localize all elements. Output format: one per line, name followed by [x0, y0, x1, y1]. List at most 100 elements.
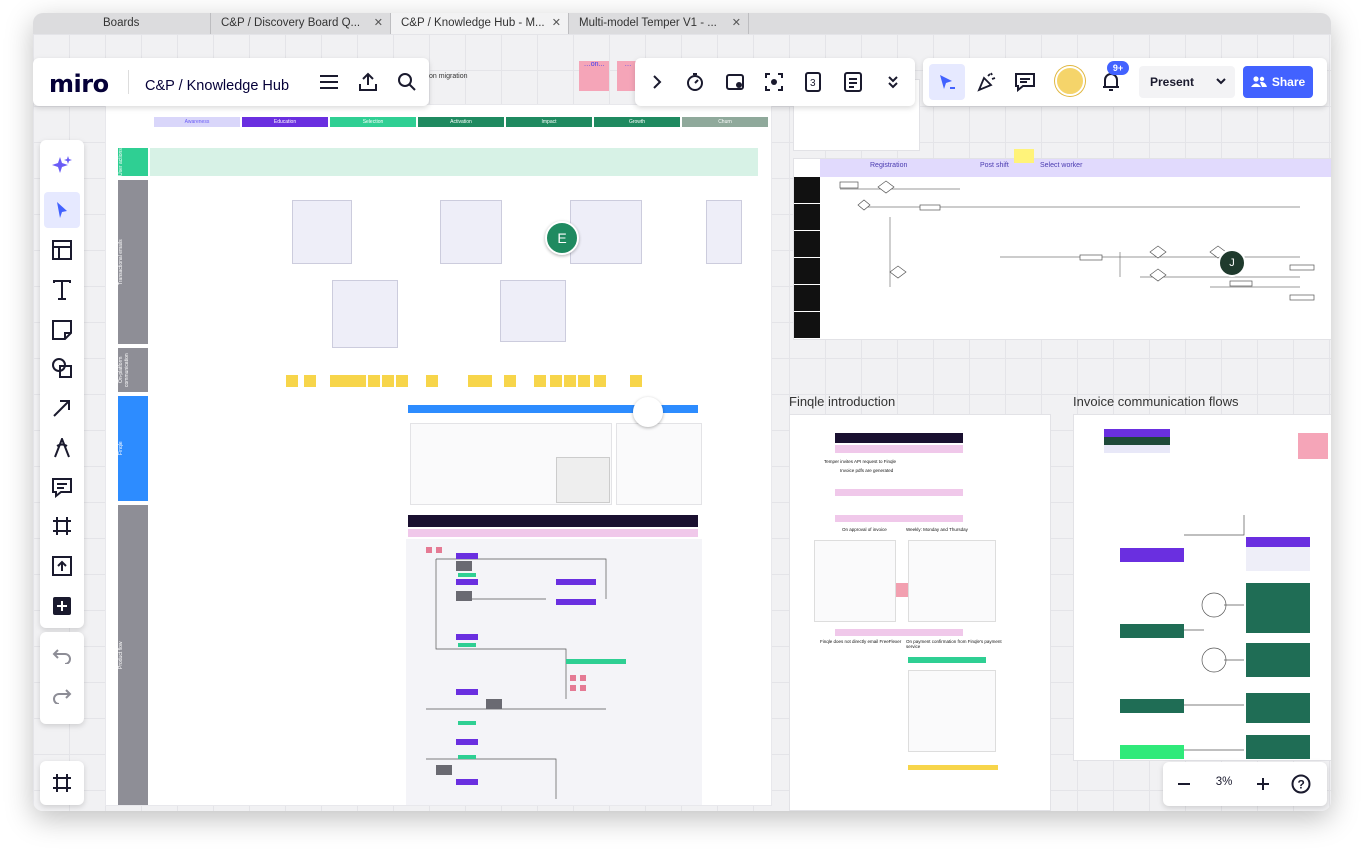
sticky-note[interactable] — [594, 375, 606, 387]
sticky-note[interactable] — [480, 375, 492, 387]
sticky-note[interactable] — [550, 375, 562, 387]
sticky-note[interactable] — [330, 375, 342, 387]
collaborator-avatar-j[interactable]: J — [1218, 249, 1246, 277]
board-canvas[interactable]: Awareness Education Selection Activation Imp… — [33, 34, 1331, 811]
collaborator-avatar[interactable] — [633, 397, 663, 427]
redo-icon[interactable] — [48, 682, 76, 710]
pen-icon[interactable] — [48, 434, 76, 462]
legend-purple — [1104, 429, 1170, 437]
sticky-note[interactable] — [564, 375, 576, 387]
board-title[interactable]: C&P / Knowledge Hub — [145, 78, 289, 94]
sticky-note[interactable] — [342, 375, 354, 387]
close-icon[interactable]: ✕ — [552, 13, 561, 34]
text-tool-icon[interactable] — [48, 276, 76, 304]
select-tool[interactable] — [44, 192, 80, 228]
collaboration-toolbar: 9+ Present Share — [923, 58, 1327, 106]
share-button[interactable]: Share — [1243, 66, 1313, 98]
tab-knowledge-hub[interactable]: C&P / Knowledge Hub - M... ✕ — [391, 13, 569, 34]
product-flow-diagram — [426, 547, 626, 799]
sticky-note-icon[interactable] — [48, 316, 76, 344]
finqle-header — [835, 433, 963, 443]
sticky-note[interactable] — [578, 375, 590, 387]
shapes-icon[interactable] — [48, 354, 76, 382]
sticky-note[interactable] — [304, 375, 316, 387]
chevron-right-icon[interactable] — [645, 70, 669, 94]
more-apps-icon[interactable] — [48, 592, 76, 620]
svg-text:3: 3 — [810, 78, 816, 89]
tab-multi-model[interactable]: Multi-model Temper V1 - ... ✕ — [569, 13, 749, 34]
upload-icon[interactable] — [48, 552, 76, 580]
present-button[interactable]: Present — [1139, 66, 1205, 98]
tab-discovery-board[interactable]: C&P / Discovery Board Q... ✕ — [211, 13, 391, 34]
sticky-note[interactable] — [368, 375, 380, 387]
sticky-note[interactable] — [468, 375, 480, 387]
notes-icon[interactable] — [841, 70, 865, 94]
invoice-flow-diagram — [1120, 515, 1310, 759]
voting-icon[interactable] — [723, 70, 747, 94]
browser-window: Boards C&P / Discovery Board Q... ✕ C&P /… — [33, 13, 1331, 811]
zoom-in-icon[interactable] — [1251, 772, 1275, 796]
finqle-intro-title: Finqle introduction — [789, 394, 896, 409]
finqle-line: Finqle does not directly email FreeFlexe… — [820, 639, 902, 644]
comments-icon[interactable] — [1013, 70, 1037, 94]
comment-tool-icon[interactable] — [48, 474, 76, 502]
undo-icon[interactable] — [48, 642, 76, 670]
celebrate-icon[interactable] — [975, 70, 999, 94]
chevrons-down-icon[interactable] — [881, 70, 905, 94]
journey-lane: User actions — [118, 148, 148, 176]
finqle-doc — [908, 540, 996, 622]
frame-tool-icon[interactable] — [48, 512, 76, 540]
invoice-flows-frame[interactable] — [1073, 414, 1331, 761]
zoom-level[interactable]: 3% — [1209, 776, 1239, 788]
arrow-line-icon[interactable] — [48, 394, 76, 422]
share-label: Share — [1271, 75, 1306, 89]
svg-text:?: ? — [1298, 778, 1305, 792]
focus-icon[interactable] — [762, 70, 786, 94]
sticky-note[interactable] — [286, 375, 298, 387]
menu-icon[interactable] — [317, 70, 341, 94]
journey-stage: Impact — [506, 117, 592, 127]
search-icon[interactable] — [395, 70, 419, 94]
collaborator-avatar-e[interactable]: E — [545, 221, 579, 255]
close-icon[interactable]: ✕ — [732, 13, 741, 34]
notification-badge: 9+ — [1107, 61, 1129, 75]
sticky-note[interactable] — [1298, 433, 1328, 459]
chevron-down-icon[interactable] — [1207, 66, 1235, 98]
product-flow-header — [408, 515, 698, 527]
timer-icon[interactable] — [683, 70, 707, 94]
tab-boards[interactable]: Boards — [93, 13, 211, 34]
sticky-note[interactable] — [630, 375, 642, 387]
sticky-note[interactable] — [382, 375, 394, 387]
finqle-line: On approval of invoice — [842, 527, 887, 532]
customer-journey-frame[interactable]: Awareness Education Selection Activation Imp… — [105, 104, 772, 806]
sticky-note[interactable] — [1014, 149, 1034, 163]
sticky-note[interactable]: …on... — [579, 61, 609, 91]
user-avatar[interactable] — [1055, 66, 1085, 96]
legend-green — [1104, 437, 1170, 445]
sticky-note[interactable] — [426, 375, 438, 387]
card-icon[interactable]: 3 — [801, 70, 825, 94]
miro-logo[interactable]: miro — [49, 70, 109, 98]
help-icon[interactable]: ? — [1289, 772, 1313, 796]
swimlane-diagram-frame[interactable]: Registration Post shift Select worker J — [793, 149, 1331, 340]
sticky-note[interactable] — [396, 375, 408, 387]
frames-list-icon — [48, 769, 76, 797]
sticky-note[interactable] — [504, 375, 516, 387]
frames-panel-button[interactable] — [40, 761, 84, 805]
sticky-note[interactable] — [534, 375, 546, 387]
swimlane-row-label — [794, 285, 820, 312]
ai-sparkle-icon[interactable] — [48, 152, 76, 180]
sticky-note[interactable] — [354, 375, 366, 387]
sticky-note[interactable] — [896, 583, 908, 597]
zoom-out-icon[interactable] — [1172, 772, 1196, 796]
close-icon[interactable]: ✕ — [374, 13, 383, 34]
finqle-doc — [814, 540, 896, 622]
templates-icon[interactable] — [48, 236, 76, 264]
undo-redo-panel — [40, 632, 84, 724]
finqle-intro-frame[interactable]: Temper invites API request to Finqle Inv… — [789, 414, 1051, 811]
reactions-cursor-button[interactable] — [929, 64, 965, 100]
export-icon[interactable] — [356, 70, 380, 94]
swimlane-col-post-shift: Post shift — [980, 162, 1009, 169]
swimlane-col-select-worker: Select worker — [1040, 162, 1083, 169]
select-cursor-icon — [57, 202, 67, 218]
